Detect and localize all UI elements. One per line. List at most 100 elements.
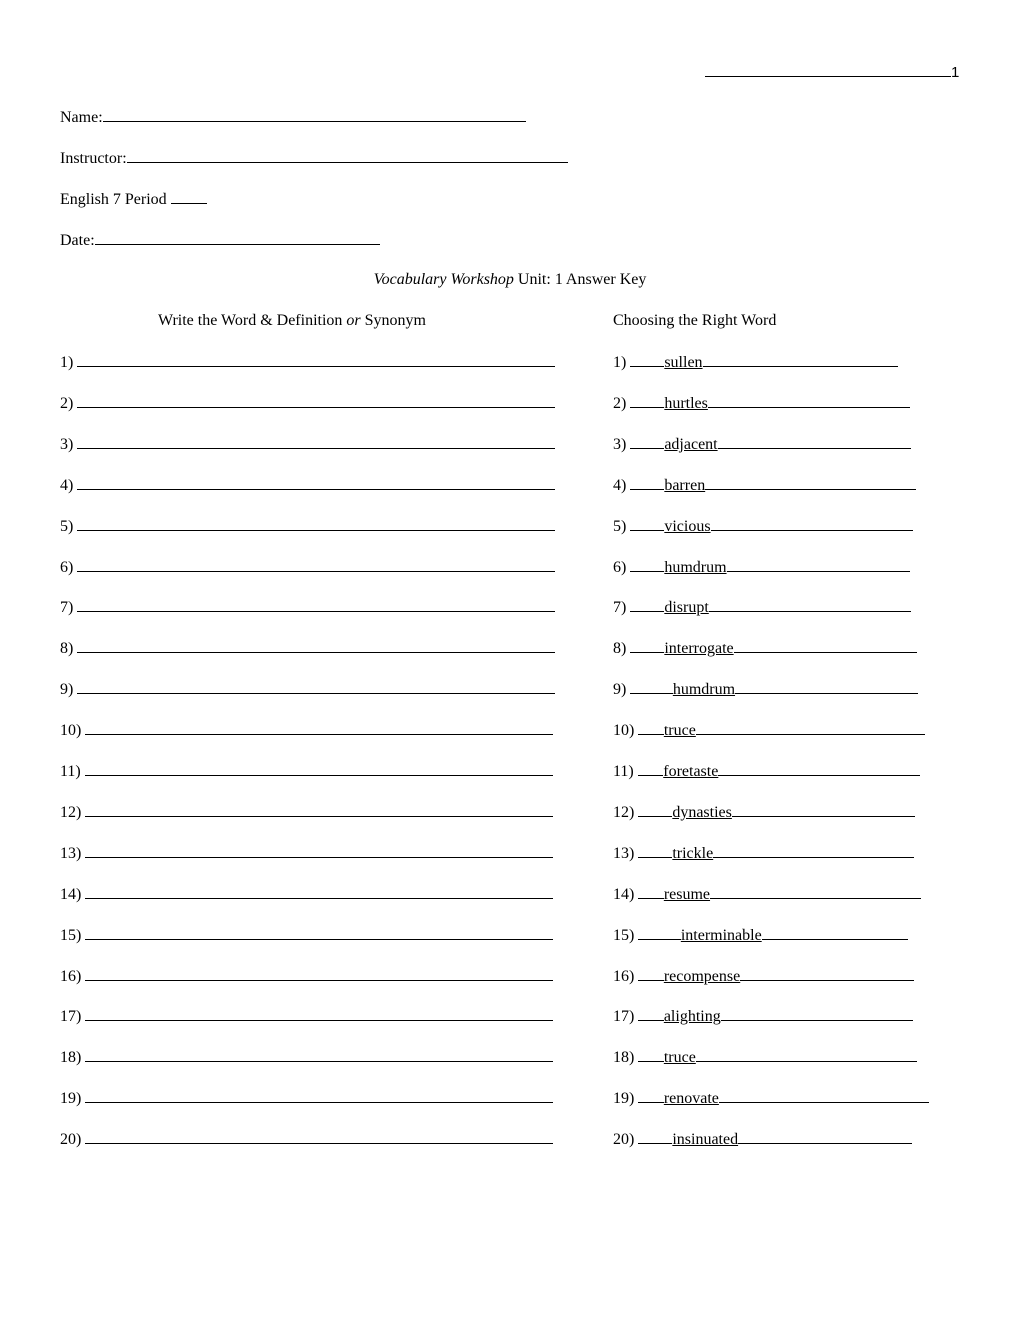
definition-row: 11) (60, 761, 553, 781)
item-number: 3) (613, 435, 627, 453)
answer-blank-post (731, 802, 915, 817)
definition-blank[interactable] (85, 1047, 554, 1063)
definition-blank[interactable] (77, 434, 556, 449)
item-number: 12) (60, 803, 82, 821)
answer-blank-pre (630, 638, 665, 654)
definition-blank[interactable] (85, 1006, 554, 1022)
page-number: 1 (705, 60, 959, 81)
item-number: 6) (613, 558, 627, 576)
item-number: 11) (613, 763, 634, 780)
answer-word: truce (663, 1049, 696, 1067)
definition-blank[interactable] (77, 393, 556, 408)
definition-blank[interactable] (85, 843, 554, 858)
definition-row: 8) (60, 638, 556, 658)
answer-blank-pre (638, 802, 673, 817)
definition-blank[interactable] (77, 597, 556, 613)
item-number: 1) (613, 354, 627, 371)
answer-blank-pre (638, 843, 673, 858)
right-column-heading: Choosing the Right Word (613, 312, 777, 329)
item-number: 8) (60, 640, 74, 658)
definition-blank[interactable] (77, 475, 556, 490)
answer-row: 9) humdrum (613, 679, 919, 699)
definition-blank[interactable] (85, 884, 554, 899)
definition-blank[interactable] (85, 1129, 554, 1145)
definition-row: 20) (60, 1129, 554, 1149)
answer-row: 17) alighting (613, 1006, 913, 1026)
definition-row: 7) (60, 597, 556, 617)
answer-row: 12) dynasties (613, 802, 915, 822)
answer-word: insinuated (672, 1131, 739, 1149)
name-blank[interactable] (102, 107, 526, 122)
definition-blank[interactable] (77, 516, 556, 531)
definition-row: 5) (60, 516, 556, 536)
item-number: 18) (613, 1049, 635, 1067)
answer-row: 14) resume (613, 884, 922, 904)
date-blank[interactable] (94, 230, 380, 245)
answer-blank-post (708, 597, 911, 613)
answer-blank-post (707, 393, 910, 408)
name-label: Name: (60, 109, 103, 126)
definition-row: 6) (60, 557, 556, 577)
answer-word: interminable (680, 926, 762, 944)
definition-row: 15) (60, 925, 554, 945)
item-number: 9) (613, 681, 627, 699)
answer-word: alighting (663, 1008, 721, 1026)
definition-blank[interactable] (77, 352, 556, 367)
definition-blank[interactable] (85, 1088, 554, 1104)
item-number: 11) (60, 763, 81, 780)
answer-word: trickle (672, 844, 714, 862)
answer-blank-pre (638, 1129, 673, 1145)
heading-italic: or (346, 312, 361, 329)
item-number: 1) (60, 354, 74, 371)
answer-blank-pre (637, 761, 664, 776)
item-number: 19) (613, 1090, 635, 1108)
item-number: 4) (60, 476, 74, 494)
definition-row: 16) (60, 966, 554, 986)
answer-blank-post (733, 638, 917, 654)
item-number: 15) (613, 926, 635, 944)
definition-blank[interactable] (77, 638, 556, 654)
answer-word: humdrum (672, 681, 736, 699)
answer-blank-pre (638, 1047, 664, 1063)
answer-blank-post (761, 925, 908, 940)
answer-word: truce (663, 722, 696, 740)
answer-word: humdrum (664, 558, 727, 576)
definition-row: 12) (60, 802, 554, 822)
definition-blank[interactable] (77, 679, 556, 695)
item-number: 14) (60, 885, 82, 903)
definition-blank[interactable] (77, 557, 556, 572)
period-blank[interactable] (170, 189, 207, 204)
definition-blank[interactable] (85, 802, 554, 817)
item-number: 10) (613, 722, 635, 740)
item-number: 2) (60, 394, 74, 412)
definition-blank[interactable] (84, 761, 553, 776)
item-number: 8) (613, 640, 627, 658)
answer-row: 19) renovate (613, 1088, 929, 1108)
answer-row: 18) truce (613, 1047, 917, 1067)
answer-row: 16) recompense (613, 966, 915, 986)
answer-blank-post (695, 720, 925, 736)
period-field: English 7 Period (60, 189, 207, 209)
answer-blank-pre (630, 679, 673, 695)
answer-blank-post (735, 679, 919, 695)
answer-word: recompense (663, 967, 741, 985)
instructor-blank[interactable] (126, 148, 568, 163)
answer-blank-pre (638, 1006, 664, 1022)
answer-blank-pre (630, 516, 665, 531)
answer-row: 7) disrupt (613, 597, 911, 617)
item-number: 19) (60, 1090, 82, 1108)
item-number: 12) (613, 803, 635, 821)
answer-word: renovate (663, 1090, 719, 1108)
answer-blank-post (726, 557, 910, 572)
definition-row: 10) (60, 720, 554, 740)
definition-blank[interactable] (85, 720, 554, 736)
definition-blank[interactable] (85, 966, 554, 981)
title-italic: Vocabulary Workshop (373, 271, 514, 288)
definition-blank[interactable] (85, 925, 554, 940)
definition-row: 13) (60, 843, 554, 863)
item-number: 9) (60, 681, 74, 699)
item-number: 3) (60, 435, 74, 453)
answer-word: adjacent (664, 435, 718, 453)
definition-row: 2) (60, 393, 556, 413)
date-field: Date: (60, 230, 380, 250)
